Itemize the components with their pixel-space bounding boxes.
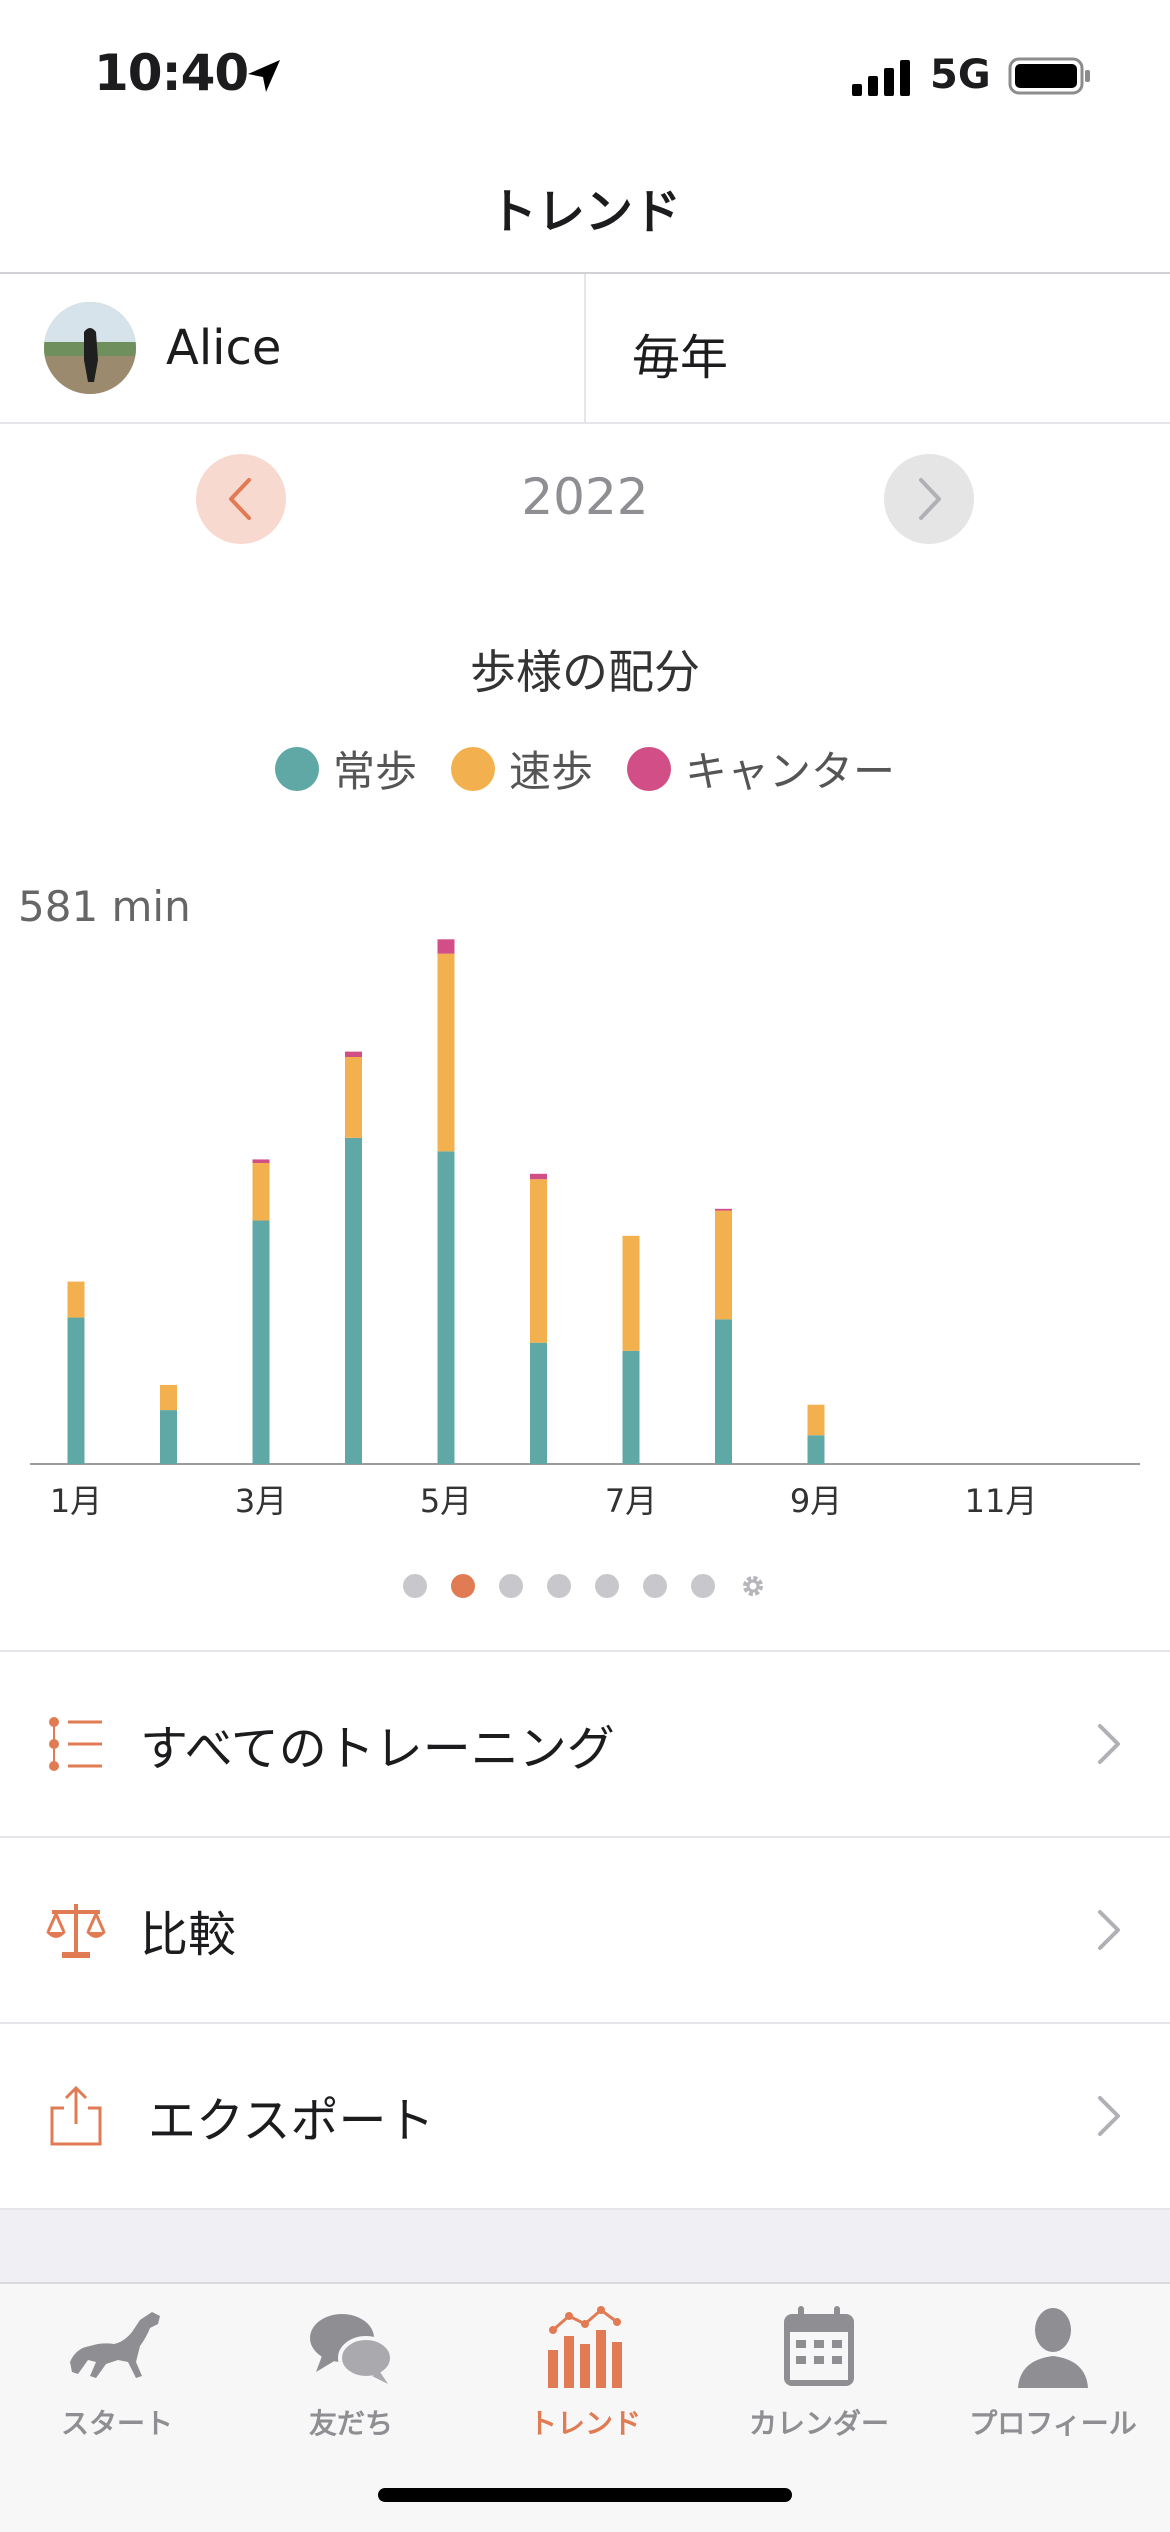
horse-name: Alice — [166, 320, 282, 376]
status-time: 10:40 — [94, 44, 249, 102]
bar-segment-5-1 — [437, 1151, 455, 1464]
bar-segment-2-2 — [160, 1384, 177, 1411]
list-icon — [49, 1717, 102, 1771]
x-tick-label: 3月 — [235, 1482, 287, 1520]
page-dot[interactable] — [595, 1574, 619, 1598]
chevron-right-icon — [1098, 1910, 1120, 1950]
horse-selector[interactable]: Alice — [0, 274, 584, 422]
chevron-right-icon — [919, 478, 941, 520]
legend-dot-canter — [627, 746, 671, 791]
page-dot[interactable] — [403, 1574, 427, 1598]
bar-segment-1-1 — [67, 1317, 85, 1464]
period-selector[interactable]: 毎年 — [586, 274, 1170, 422]
scale-icon — [46, 1904, 106, 1958]
bar-segment-8-1 — [715, 1319, 732, 1464]
horse-icon — [70, 2312, 160, 2378]
bar-segment-1-2 — [67, 1281, 85, 1318]
period-label: 毎年 — [632, 330, 729, 386]
bar-segment-3-1 — [252, 1220, 270, 1464]
x-tick-label: 1月 — [50, 1482, 102, 1520]
legend-label: 常歩 — [332, 747, 417, 796]
bar-segment-6-3 — [530, 1173, 547, 1180]
compare-item[interactable]: 比較 — [0, 1838, 1170, 2024]
status-bar: 10:40 5G — [0, 0, 1170, 150]
bar-segment-4-1 — [345, 1137, 362, 1464]
bar-segment-6-1 — [530, 1342, 547, 1464]
page-dot[interactable] — [451, 1574, 475, 1598]
export-item[interactable]: エクスポート — [0, 2024, 1170, 2210]
network-type: 5G — [930, 52, 991, 98]
tab-calendar[interactable]: カレンダー — [702, 2302, 936, 2452]
chevron-left-icon — [229, 478, 251, 520]
selector-row: Alice 毎年 — [0, 274, 1170, 424]
share-icon — [50, 2085, 102, 2146]
chart-page-indicator[interactable] — [0, 1572, 1170, 1600]
tab-start[interactable]: スタート — [0, 2302, 234, 2452]
legend-item-walk: 常歩 — [274, 738, 417, 799]
tab-profile[interactable]: プロフィール — [936, 2302, 1170, 2452]
chart-legend: 常歩 速歩 キャンター — [0, 738, 1170, 799]
legend-dot-walk — [274, 746, 319, 791]
legend-label: 速歩 — [508, 747, 593, 796]
bar-segment-3-2 — [252, 1163, 270, 1221]
page-dot[interactable] — [691, 1574, 715, 1598]
location-arrow-icon — [248, 60, 280, 92]
bar-segment-3-3 — [252, 1159, 270, 1164]
bar-segment-5-3 — [437, 939, 455, 954]
year-label: 2022 — [521, 468, 649, 526]
bar-segment-2-1 — [160, 1410, 177, 1464]
tab-label: スタート — [60, 2407, 173, 2440]
avatar — [44, 302, 136, 394]
person-icon — [1018, 2308, 1088, 2388]
menu-label: エクスポート — [148, 2093, 435, 2149]
legend-item-canter: キャンター — [627, 738, 895, 799]
chart-title: 歩様の配分 — [470, 645, 700, 699]
chevron-right-icon — [1098, 2096, 1120, 2136]
x-tick-label: 9月 — [790, 1482, 842, 1520]
tab-label: トレンド — [528, 2407, 641, 2440]
menu-label: 比較 — [140, 1907, 237, 1963]
chat-bubbles-icon — [310, 2314, 394, 2384]
bar-segment-6-2 — [530, 1179, 547, 1343]
bar-segment-8-2 — [715, 1210, 732, 1320]
menu-label: すべてのトレーニング — [140, 1721, 615, 1777]
bar-segment-8-3 — [715, 1208, 732, 1211]
bar-segment-9-1 — [807, 1435, 825, 1464]
page-dot[interactable] — [643, 1574, 667, 1598]
home-indicator — [378, 2488, 792, 2502]
x-tick-label: 7月 — [605, 1482, 657, 1520]
gear-icon[interactable] — [739, 1572, 767, 1600]
all-trainings-item[interactable]: すべてのトレーニング — [0, 1652, 1170, 1838]
bar-chart-icon — [548, 2306, 622, 2388]
page-title: トレンド — [488, 184, 681, 240]
bar-segment-7-2 — [622, 1235, 640, 1351]
tab-label: カレンダー — [748, 2407, 889, 2440]
legend-label: キャンター — [685, 747, 896, 796]
x-tick-label: 5月 — [420, 1482, 472, 1520]
x-tick-label: 11月 — [965, 1482, 1038, 1520]
next-year-button[interactable] — [884, 454, 974, 544]
bar-segment-7-1 — [622, 1350, 640, 1464]
tab-friends[interactable]: 友だち — [234, 2302, 468, 2452]
gait-distribution-chart: 1月 3月 5月 7月 9月 11月 — [30, 939, 1140, 1520]
bar-segment-9-2 — [807, 1404, 825, 1436]
cellular-signal-icon — [852, 60, 910, 96]
calendar-icon — [784, 2306, 854, 2386]
previous-year-button[interactable] — [196, 454, 286, 544]
battery-icon — [1008, 57, 1090, 95]
legend-item-trot: 速歩 — [450, 738, 593, 799]
tab-trends[interactable]: トレンド — [468, 2302, 702, 2452]
page-dot[interactable] — [547, 1574, 571, 1598]
bar-segment-4-3 — [345, 1051, 362, 1058]
legend-dot-trot — [450, 746, 495, 791]
bar-segment-4-2 — [345, 1057, 362, 1138]
chevron-right-icon — [1098, 1724, 1120, 1764]
tab-label: プロフィール — [969, 2407, 1137, 2440]
list-footer-background — [0, 2210, 1170, 2282]
tab-label: 友だち — [308, 2407, 393, 2440]
menu-list: すべてのトレーニング 比較 エクスポート — [0, 1650, 1170, 2210]
bar-segment-5-2 — [437, 953, 455, 1152]
page-dot[interactable] — [499, 1574, 523, 1598]
